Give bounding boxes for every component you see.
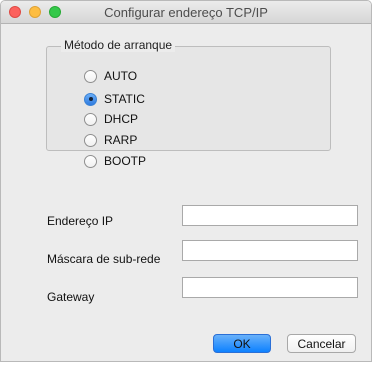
radio-label-auto: AUTO	[104, 69, 138, 83]
boot-method-legend: Método de arranque	[61, 38, 176, 52]
radio-option-rarp[interactable]: RARP	[84, 132, 137, 148]
gateway-input[interactable]	[182, 277, 358, 298]
title-bar[interactable]: Configurar endereço TCP/IP	[1, 1, 371, 24]
radio-option-static[interactable]: STATIC	[84, 91, 145, 107]
radio-button-rarp[interactable]	[84, 133, 97, 147]
radio-button-dhcp[interactable]	[84, 112, 97, 126]
radio-option-bootp[interactable]: BOOTP	[84, 153, 146, 169]
radio-button-bootp[interactable]	[84, 154, 97, 168]
radio-button-auto[interactable]	[84, 69, 97, 83]
cancel-button[interactable]: Cancelar	[287, 334, 356, 353]
ok-button[interactable]: OK	[213, 334, 271, 353]
radio-label-static: STATIC	[104, 92, 145, 106]
radio-option-dhcp[interactable]: DHCP	[84, 111, 138, 127]
radio-label-bootp: BOOTP	[104, 154, 147, 168]
radio-option-auto[interactable]: AUTO	[84, 68, 137, 84]
subnet-mask-input[interactable]	[182, 240, 358, 261]
radio-label-dhcp: DHCP	[104, 112, 139, 126]
radio-label-rarp: RARP	[104, 133, 138, 147]
subnet-mask-label: Máscara de sub-rede	[47, 252, 161, 266]
gateway-label: Gateway	[47, 290, 95, 304]
window-title: Configurar endereço TCP/IP	[104, 5, 268, 20]
radio-button-static[interactable]	[84, 92, 97, 106]
ip-address-label: Endereço IP	[47, 214, 114, 228]
ip-address-input[interactable]	[182, 205, 358, 226]
tcpip-dialog-window: Configurar endereço TCP/IP Método de arr…	[0, 0, 372, 362]
